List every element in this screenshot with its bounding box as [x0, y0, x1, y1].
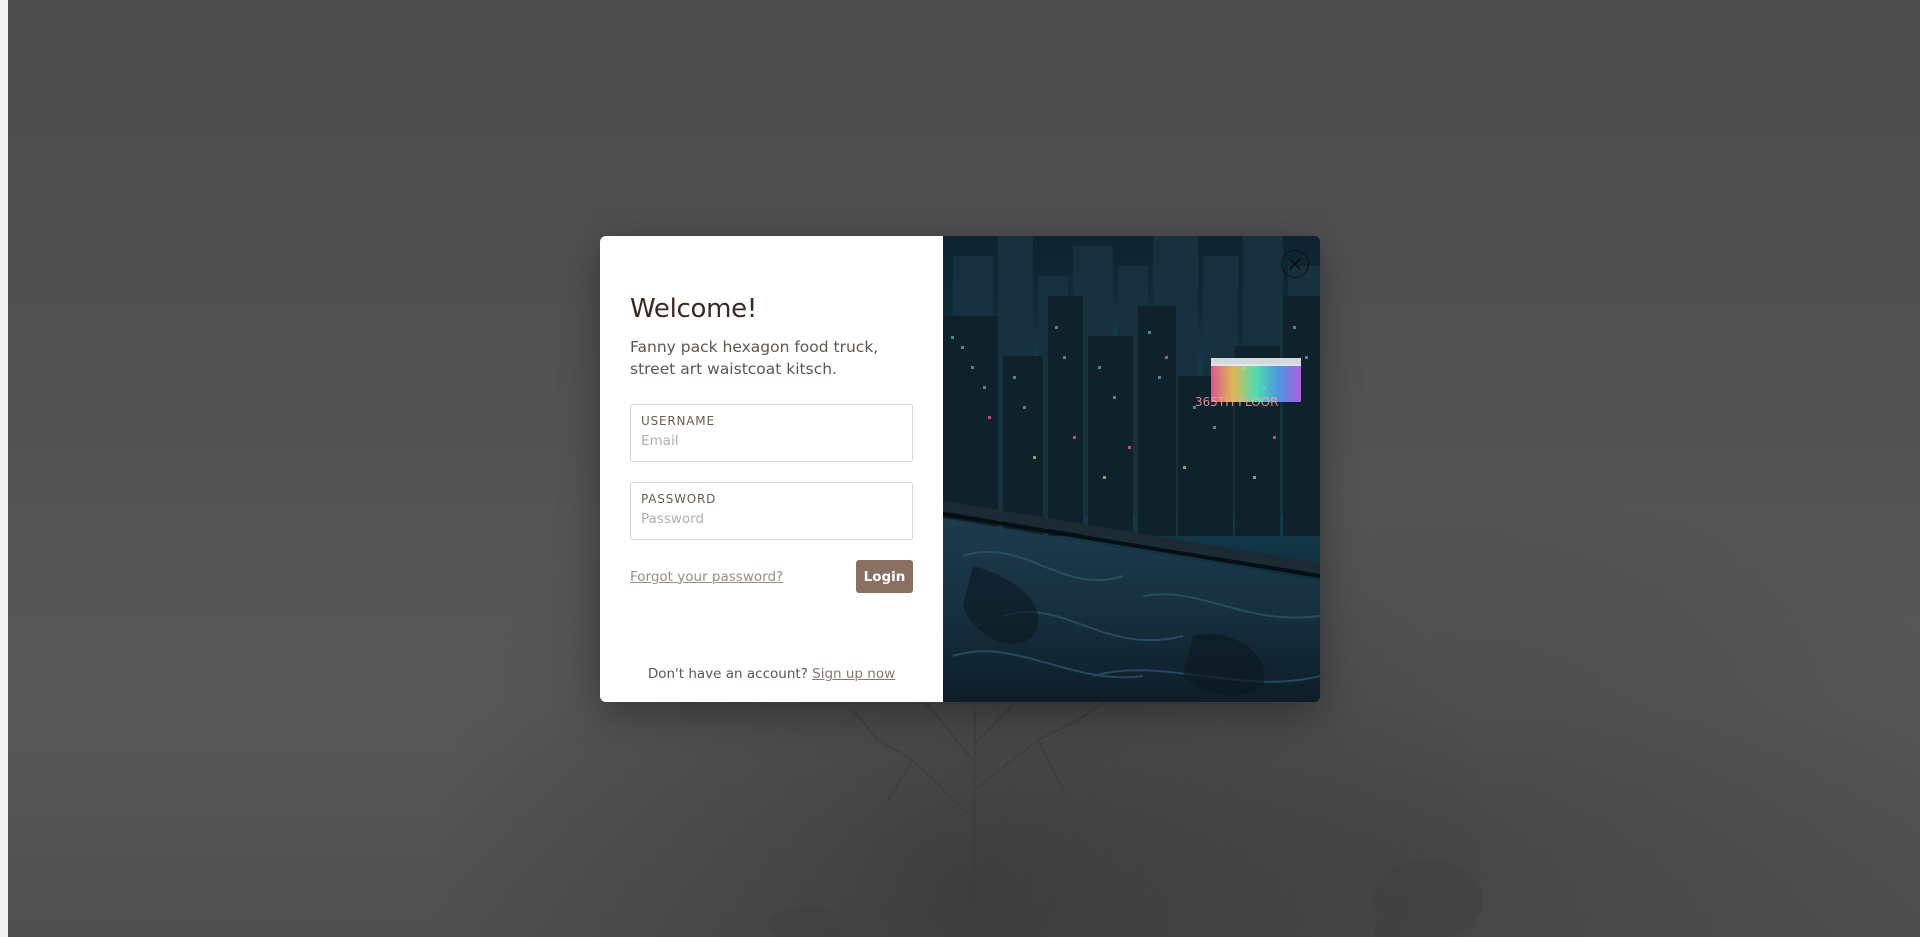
- signup-link[interactable]: Sign up now: [812, 666, 895, 682]
- modal-subtitle: Fanny pack hexagon food truck, street ar…: [630, 338, 879, 378]
- password-field[interactable]: PASSWORD: [630, 482, 913, 540]
- page-edge: [0, 0, 8, 937]
- password-label: PASSWORD: [641, 492, 717, 506]
- signup-prompt: Don't have an account? Sign up now: [600, 666, 943, 682]
- cyberpunk-city-illustration: 365TH FLOOR: [943, 236, 1320, 702]
- password-input[interactable]: [641, 511, 901, 527]
- username-label: USERNAME: [641, 414, 715, 428]
- form-actions: Forgot your password? Login: [630, 560, 913, 593]
- username-field[interactable]: USERNAME: [630, 404, 913, 462]
- username-input[interactable]: [641, 433, 901, 449]
- close-icon: [1289, 258, 1301, 270]
- login-form-panel: Welcome! Fanny pack hexagon food truck, …: [600, 236, 943, 702]
- login-button[interactable]: Login: [856, 560, 913, 593]
- login-modal: Welcome! Fanny pack hexagon food truck, …: [600, 236, 1320, 702]
- signup-prompt-text: Don't have an account?: [647, 666, 808, 682]
- modal-title: Welcome!: [630, 294, 757, 324]
- close-button[interactable]: [1281, 250, 1309, 278]
- modal-illustration: 365TH FLOOR: [943, 236, 1320, 702]
- neon-sign-text: 365TH FLOOR: [1195, 395, 1278, 409]
- forgot-password-link[interactable]: Forgot your password?: [630, 569, 783, 585]
